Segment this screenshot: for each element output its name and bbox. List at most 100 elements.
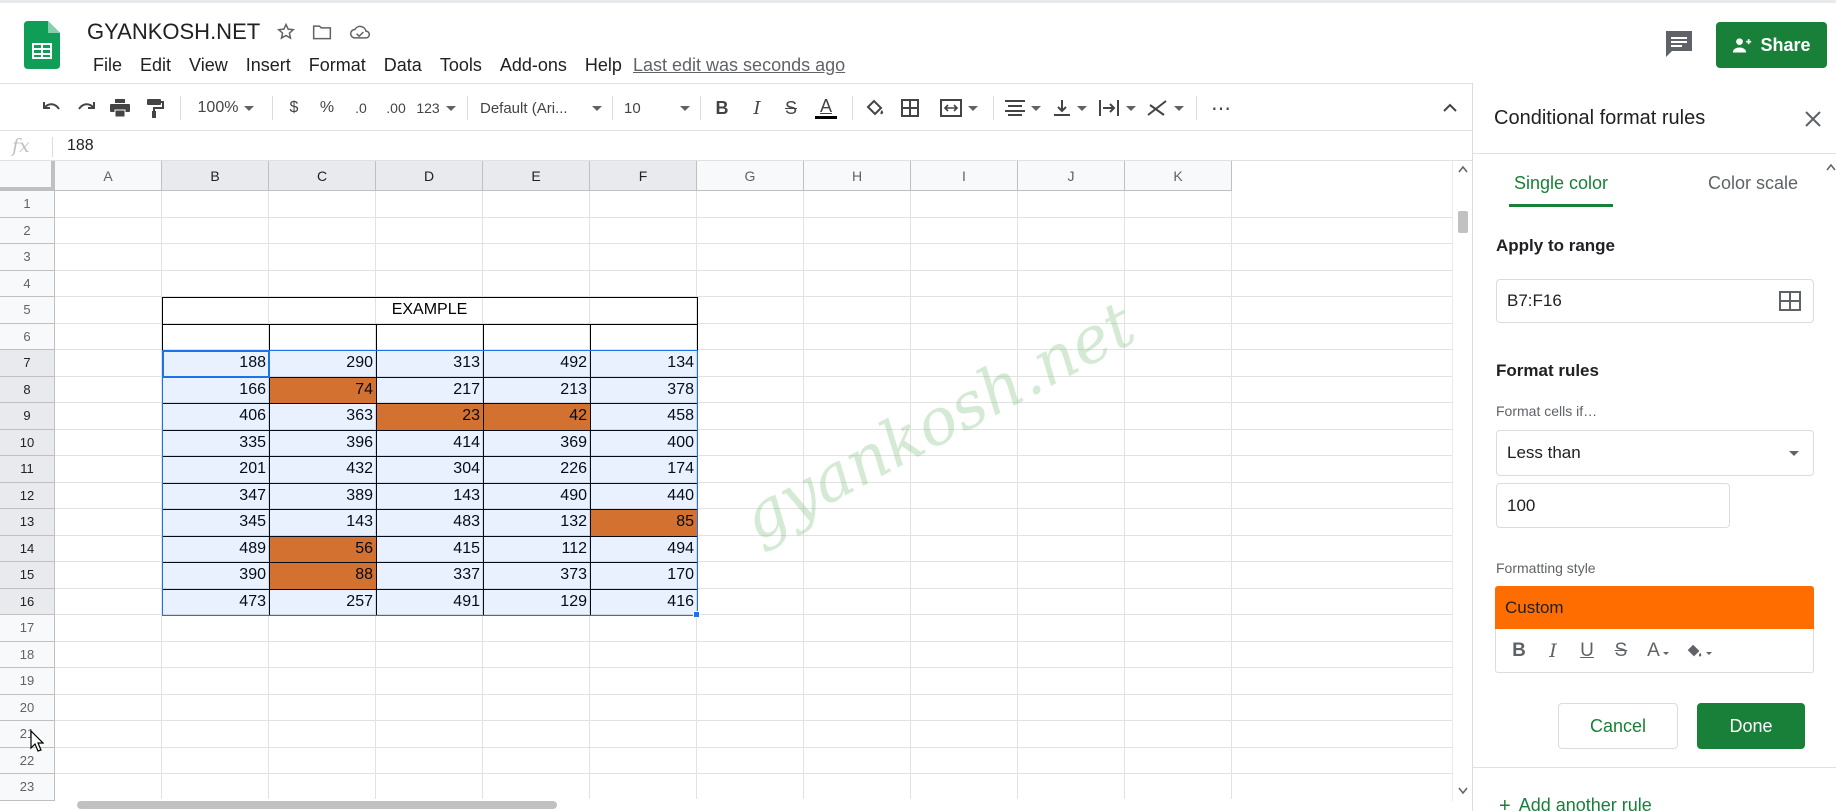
row-header-14[interactable]: 14 <box>0 535 55 562</box>
table-cell[interactable]: 491 <box>376 589 483 616</box>
style-underline-button[interactable]: U <box>1570 634 1604 668</box>
table-cell[interactable]: 406 <box>162 403 269 430</box>
table-cell[interactable]: 416 <box>590 589 697 616</box>
row-header-16[interactable]: 16 <box>0 588 55 615</box>
row-header-19[interactable]: 19 <box>0 668 55 695</box>
menu-tools[interactable]: Tools <box>431 53 491 78</box>
merge-cells-icon[interactable] <box>934 94 984 122</box>
table-cell[interactable]: 483 <box>376 509 483 536</box>
table-cell[interactable]: 400 <box>590 430 697 457</box>
fill-handle[interactable] <box>693 611 700 618</box>
table-cell[interactable]: 188 <box>162 350 269 377</box>
table-cell[interactable]: 112 <box>483 536 590 563</box>
text-wrap-icon[interactable] <box>1096 94 1138 122</box>
row-header-21[interactable]: 21 <box>0 721 55 748</box>
row-header-12[interactable]: 12 <box>0 482 55 509</box>
table-cell[interactable]: 390 <box>162 562 269 589</box>
tab-single-color[interactable]: Single color <box>1509 173 1613 207</box>
undo-icon[interactable] <box>38 94 66 122</box>
horizontal-scrollbar[interactable] <box>55 799 1452 811</box>
currency-button[interactable]: $ <box>282 94 306 122</box>
table-cell[interactable]: 389 <box>269 483 376 510</box>
last-edit-link[interactable]: Last edit was seconds ago <box>633 55 845 76</box>
vertical-align-icon[interactable] <box>1050 94 1090 122</box>
table-cell[interactable]: 373 <box>483 562 590 589</box>
table-cell[interactable]: 396 <box>269 430 376 457</box>
example-title-cell[interactable]: EXAMPLE <box>162 297 697 324</box>
table-cell[interactable]: 166 <box>162 377 269 404</box>
close-icon[interactable] <box>1803 109 1823 129</box>
table-cell[interactable]: 74 <box>269 376 376 403</box>
row-header-3[interactable]: 3 <box>0 244 55 271</box>
table-cell[interactable]: 414 <box>376 430 483 457</box>
row-header-2[interactable]: 2 <box>0 217 55 244</box>
menu-addons[interactable]: Add-ons <box>491 53 576 78</box>
style-strikethrough-button[interactable]: S <box>1604 634 1638 668</box>
text-rotation-icon[interactable] <box>1144 94 1186 122</box>
style-text-color-button[interactable]: A <box>1638 634 1678 668</box>
table-cell[interactable]: 170 <box>590 562 697 589</box>
table-cell[interactable]: 347 <box>162 483 269 510</box>
row-header-7[interactable]: 7 <box>0 350 55 377</box>
font-size-select[interactable]: 10 <box>624 94 690 122</box>
horizontal-align-icon[interactable] <box>1003 94 1043 122</box>
condition-select[interactable]: Less than <box>1496 430 1814 476</box>
row-header-13[interactable]: 13 <box>0 509 55 536</box>
table-cell[interactable]: 129 <box>483 589 590 616</box>
zoom-select[interactable]: 100% <box>190 94 262 122</box>
table-cell[interactable]: 213 <box>483 377 590 404</box>
borders-icon[interactable] <box>897 94 923 122</box>
paint-format-icon[interactable] <box>141 94 169 122</box>
column-header-i[interactable]: I <box>911 161 1018 191</box>
table-cell[interactable]: 23 <box>376 403 483 430</box>
panel-scroll-up-icon[interactable] <box>1826 163 1836 171</box>
table-cell[interactable]: 143 <box>269 509 376 536</box>
select-range-icon[interactable] <box>1779 291 1801 311</box>
condition-value-input[interactable]: 100 <box>1496 483 1730 528</box>
style-bold-button[interactable]: B <box>1502 634 1536 668</box>
menu-help[interactable]: Help <box>576 53 631 78</box>
text-color-button[interactable]: A <box>813 94 839 122</box>
share-button[interactable]: Share <box>1716 22 1827 68</box>
formula-input[interactable]: 188 <box>67 137 94 155</box>
table-cell[interactable]: 363 <box>269 403 376 430</box>
done-button[interactable]: Done <box>1697 703 1805 749</box>
table-cell[interactable]: 143 <box>376 483 483 510</box>
row-header-20[interactable]: 20 <box>0 694 55 721</box>
row-header-4[interactable]: 4 <box>0 270 55 297</box>
document-title[interactable]: GYANKOSH.NET <box>87 19 260 45</box>
column-header-a[interactable]: A <box>55 161 162 191</box>
column-header-c[interactable]: C <box>269 161 376 191</box>
table-cell[interactable]: 489 <box>162 536 269 563</box>
decrease-decimal-button[interactable]: .0 <box>347 94 375 122</box>
cancel-button[interactable]: Cancel <box>1558 703 1678 749</box>
table-cell[interactable]: 458 <box>590 403 697 430</box>
bold-button[interactable]: B <box>710 94 734 122</box>
menu-insert[interactable]: Insert <box>237 53 300 78</box>
row-header-9[interactable]: 9 <box>0 403 55 430</box>
print-icon[interactable] <box>106 94 134 122</box>
table-cell[interactable]: 290 <box>269 350 376 377</box>
style-italic-button[interactable]: I <box>1536 634 1570 668</box>
table-cell[interactable]: 88 <box>269 562 376 589</box>
table-cell[interactable]: 174 <box>590 456 697 483</box>
table-cell[interactable]: 337 <box>376 562 483 589</box>
table-cell[interactable]: 473 <box>162 589 269 616</box>
more-options-icon[interactable]: ⋯ <box>1208 94 1234 122</box>
menu-edit[interactable]: Edit <box>131 53 180 78</box>
table-cell[interactable]: 345 <box>162 509 269 536</box>
folder-icon[interactable] <box>309 19 335 45</box>
table-cell[interactable]: 492 <box>483 350 590 377</box>
fill-color-icon[interactable] <box>862 94 888 122</box>
table-cell[interactable]: 217 <box>376 377 483 404</box>
scroll-up-icon[interactable] <box>1458 165 1468 173</box>
table-cell[interactable]: 85 <box>590 509 697 536</box>
row-header-17[interactable]: 17 <box>0 615 55 642</box>
table-cell[interactable]: 226 <box>483 456 590 483</box>
row-header-1[interactable]: 1 <box>0 191 55 218</box>
menu-file[interactable]: File <box>84 53 131 78</box>
table-cell[interactable]: 432 <box>269 456 376 483</box>
comments-icon[interactable] <box>1662 29 1696 59</box>
column-header-d[interactable]: D <box>376 161 483 191</box>
column-header-f[interactable]: F <box>590 161 697 191</box>
